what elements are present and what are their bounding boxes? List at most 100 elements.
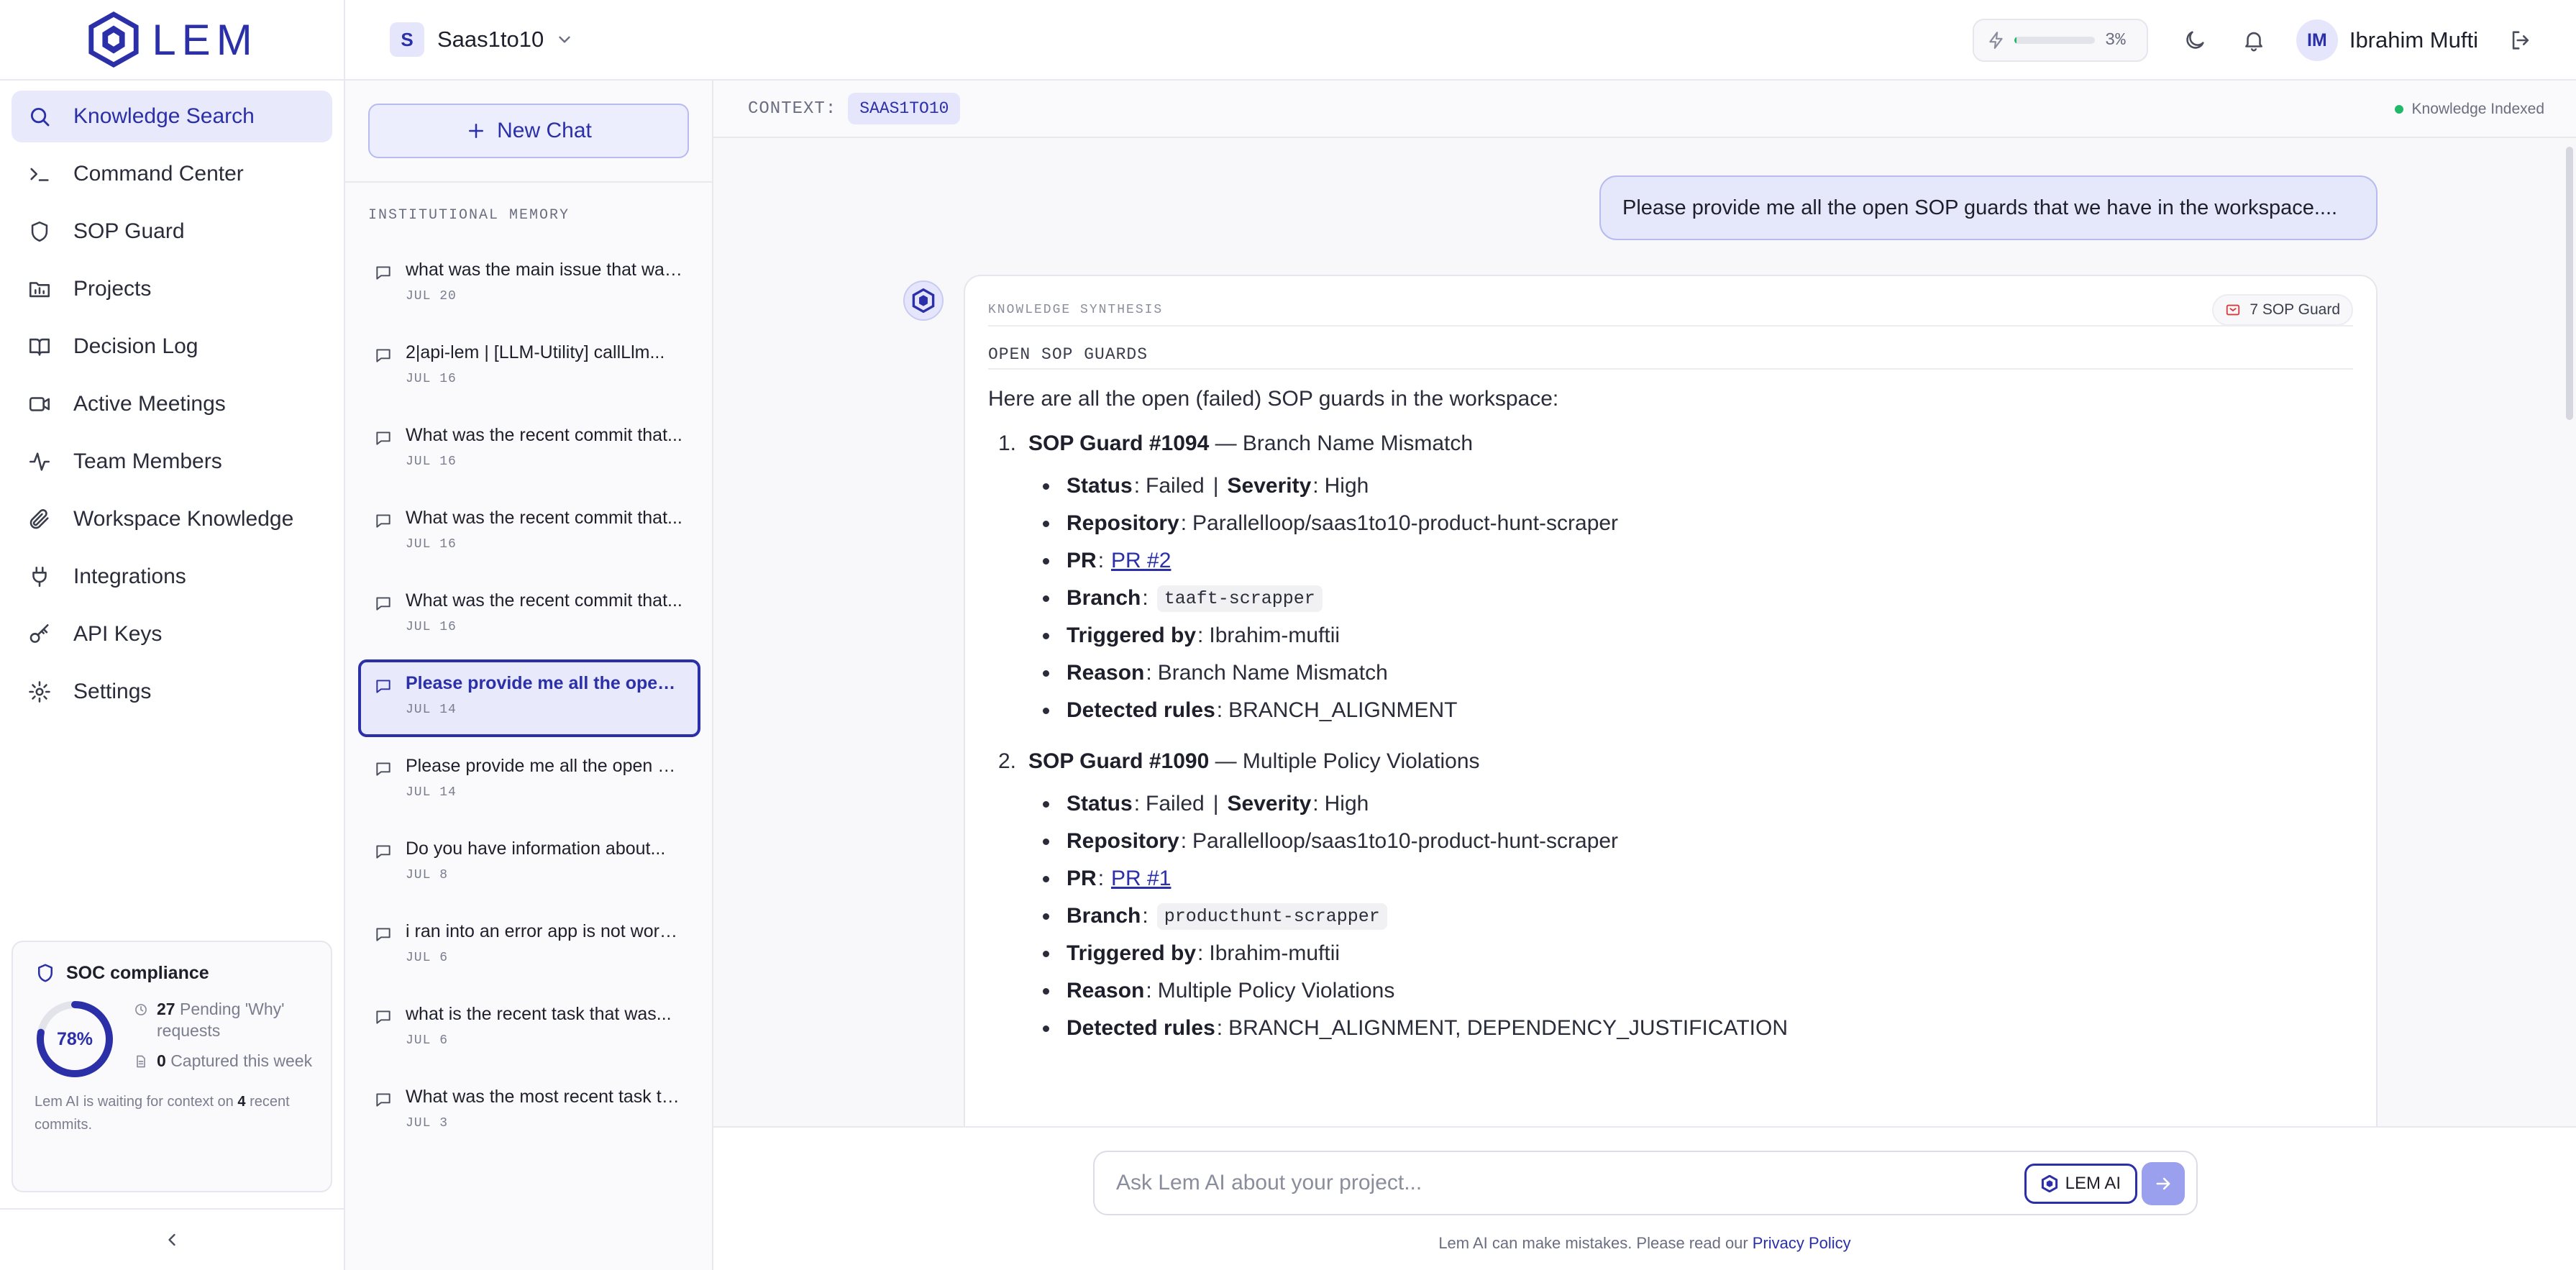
detail-pr: PR: PR #1 <box>1028 860 2353 897</box>
pr-link[interactable]: PR #1 <box>1111 867 1171 891</box>
guard-number: 1. <box>998 431 1017 455</box>
sidebar-item-settings[interactable]: Settings <box>12 666 332 718</box>
scrollbar[interactable] <box>2566 147 2573 420</box>
conversation-area[interactable]: Please provide me all the open SOP guard… <box>713 140 2576 1126</box>
history-item[interactable]: i ran into an error app is not working..… <box>358 908 700 985</box>
chat-input[interactable] <box>1116 1171 1950 1195</box>
reason-value: Multiple Policy Violations <box>1157 979 1395 1002</box>
history-item[interactable]: 2|api-lem | [LLM-Utility] callLlm... JUL … <box>358 329 700 406</box>
workspace-switcher[interactable]: S Saas1to10 <box>390 0 574 80</box>
sidebar-item-label: Settings <box>73 680 152 703</box>
brand-name: LEM <box>152 15 258 64</box>
message-icon <box>376 349 390 362</box>
sop-guard-entry: 2. SOP Guard #1090 — Multiple Policy Viol… <box>988 749 2353 1047</box>
collapse-sidebar-button[interactable] <box>0 1208 344 1270</box>
history-item[interactable]: what was the main issue that was... JUL 2… <box>358 246 700 324</box>
sidebar-item-team-members[interactable]: Team Members <box>12 436 332 488</box>
gear-icon <box>29 681 50 703</box>
terminal-icon <box>30 168 49 181</box>
history-item-date: JUL 16 <box>406 454 457 469</box>
history-item-date: JUL 6 <box>406 951 449 965</box>
sidebar-item-label: Projects <box>73 277 152 301</box>
plug-icon <box>32 566 47 588</box>
brand-logo[interactable]: LEM <box>0 0 345 80</box>
lem-ai-mode-button[interactable]: LEM AI <box>2024 1164 2137 1204</box>
chevron-down-icon <box>559 36 570 43</box>
sidebar-item-active-meetings[interactable]: Active Meetings <box>12 378 332 430</box>
sidebar: Knowledge Search Command Center SOP Guar… <box>0 81 345 1270</box>
soc-pending-count: 27 <box>157 1000 175 1018</box>
detail-branch: Branch: taaft-scrapper <box>1028 580 2353 617</box>
soc-title: SOC compliance <box>66 962 209 983</box>
lem-logo-icon <box>88 12 139 68</box>
history-item-date: JUL 8 <box>406 868 449 882</box>
reason-value: Branch Name Mismatch <box>1157 661 1388 685</box>
history-item[interactable]: Please provide me all the open SOP... JUL… <box>358 742 700 820</box>
source-badge[interactable]: 7 SOP Guard <box>2212 294 2353 326</box>
detail-label: Reason <box>1067 979 1145 1002</box>
soc-compliance-card[interactable]: SOC compliance 78% 27 Pending 'Why' requ… <box>12 941 332 1192</box>
plus-icon <box>469 124 484 138</box>
detail-label: Triggered by <box>1067 623 1197 647</box>
soc-stats: 27 Pending 'Why' requests 0 Captured thi… <box>134 998 322 1080</box>
divider <box>345 181 712 183</box>
history-item[interactable]: What was the recent commit that... JUL 16 <box>358 411 700 489</box>
sidebar-item-label: Decision Log <box>73 334 198 358</box>
history-item[interactable]: Please provide me all the open SOP... JUL… <box>358 659 700 737</box>
sidebar-item-integrations[interactable]: Integrations <box>12 551 332 603</box>
lightning-icon <box>1989 32 2003 49</box>
shield-icon <box>38 964 52 982</box>
sidebar-item-sop-guard[interactable]: SOP Guard <box>12 206 332 257</box>
guard-heading: 2. SOP Guard #1090 — Multiple Policy Viol… <box>988 749 2353 774</box>
lem-logo-icon <box>912 288 935 313</box>
sidebar-item-decision-log[interactable]: Decision Log <box>12 321 332 373</box>
sidebar-item-label: API Keys <box>73 622 163 646</box>
history-item[interactable]: What was the recent commit that... JUL 16 <box>358 494 700 572</box>
send-button[interactable] <box>2142 1162 2185 1205</box>
soc-header: SOC compliance <box>35 962 309 984</box>
guard-list: 1. SOP Guard #1094 — Branch Name Mismatch… <box>988 431 2353 1047</box>
detail-label: Branch <box>1067 586 1141 610</box>
history-item-date: JUL 16 <box>406 372 457 386</box>
lem-logo-icon <box>2041 1175 2057 1192</box>
detail-label: Detected rules <box>1067 1016 1215 1040</box>
guard-title: — Multiple Policy Violations <box>1209 749 1480 773</box>
history-item[interactable]: what is the recent task that was... JUL 6 <box>358 990 700 1068</box>
status-value: Failed <box>1146 792 1205 816</box>
context-chip[interactable]: SAAS1TO10 <box>848 93 961 124</box>
history-item[interactable]: What was the recent commit that... JUL 16 <box>358 577 700 654</box>
history-list: what was the main issue that was... JUL 2… <box>358 246 700 1156</box>
user-name[interactable]: Ibrahim Mufti <box>2349 27 2478 53</box>
detail-label: Repository <box>1067 829 1179 853</box>
history-item-title: i ran into an error app is not working..… <box>406 921 686 941</box>
sidebar-item-knowledge-search[interactable]: Knowledge Search <box>12 91 332 142</box>
bell-icon[interactable] <box>2242 28 2266 52</box>
chevron-left-icon <box>168 1233 175 1246</box>
bullet <box>1043 595 1049 602</box>
usage-meter[interactable]: 3% <box>1972 19 2148 62</box>
pr-link[interactable]: PR #2 <box>1111 549 1171 573</box>
detail-repository: Repository: Parallelloop/saas1to10-produc… <box>1028 505 2353 542</box>
detail-label: Reason <box>1067 661 1145 685</box>
sidebar-item-api-keys[interactable]: API Keys <box>12 608 332 660</box>
sidebar-item-label: Workspace Knowledge <box>73 507 294 531</box>
sidebar-item-command-center[interactable]: Command Center <box>12 148 332 200</box>
history-item[interactable]: Do you have information about... JUL 8 <box>358 825 700 903</box>
new-chat-button[interactable]: New Chat <box>368 104 689 158</box>
rules-value: BRANCH_ALIGNMENT, DEPENDENCY_JUSTIFICATI… <box>1228 1016 1788 1040</box>
clock-icon <box>135 1004 147 1015</box>
key-icon <box>29 623 49 643</box>
assistant-avatar <box>903 280 944 321</box>
moon-icon[interactable] <box>2183 28 2207 52</box>
sidebar-item-projects[interactable]: Projects <box>12 263 332 315</box>
logout-icon[interactable] <box>2508 28 2533 52</box>
usage-progress-bar <box>2014 37 2095 44</box>
privacy-policy-link[interactable]: Privacy Policy <box>1753 1234 1851 1252</box>
avatar[interactable]: IM <box>2296 19 2338 61</box>
history-item-title: What was the recent commit that... <box>406 425 682 445</box>
branch-value: producthunt-scrapper <box>1156 903 1387 930</box>
sidebar-item-workspace-knowledge[interactable]: Workspace Knowledge <box>12 493 332 545</box>
history-item[interactable]: What was the most recent task that... JUL… <box>358 1073 700 1151</box>
detail-reason: Reason: Branch Name Mismatch <box>1028 654 2353 692</box>
soc-captured-stat: 0 Captured this week <box>134 1050 322 1072</box>
